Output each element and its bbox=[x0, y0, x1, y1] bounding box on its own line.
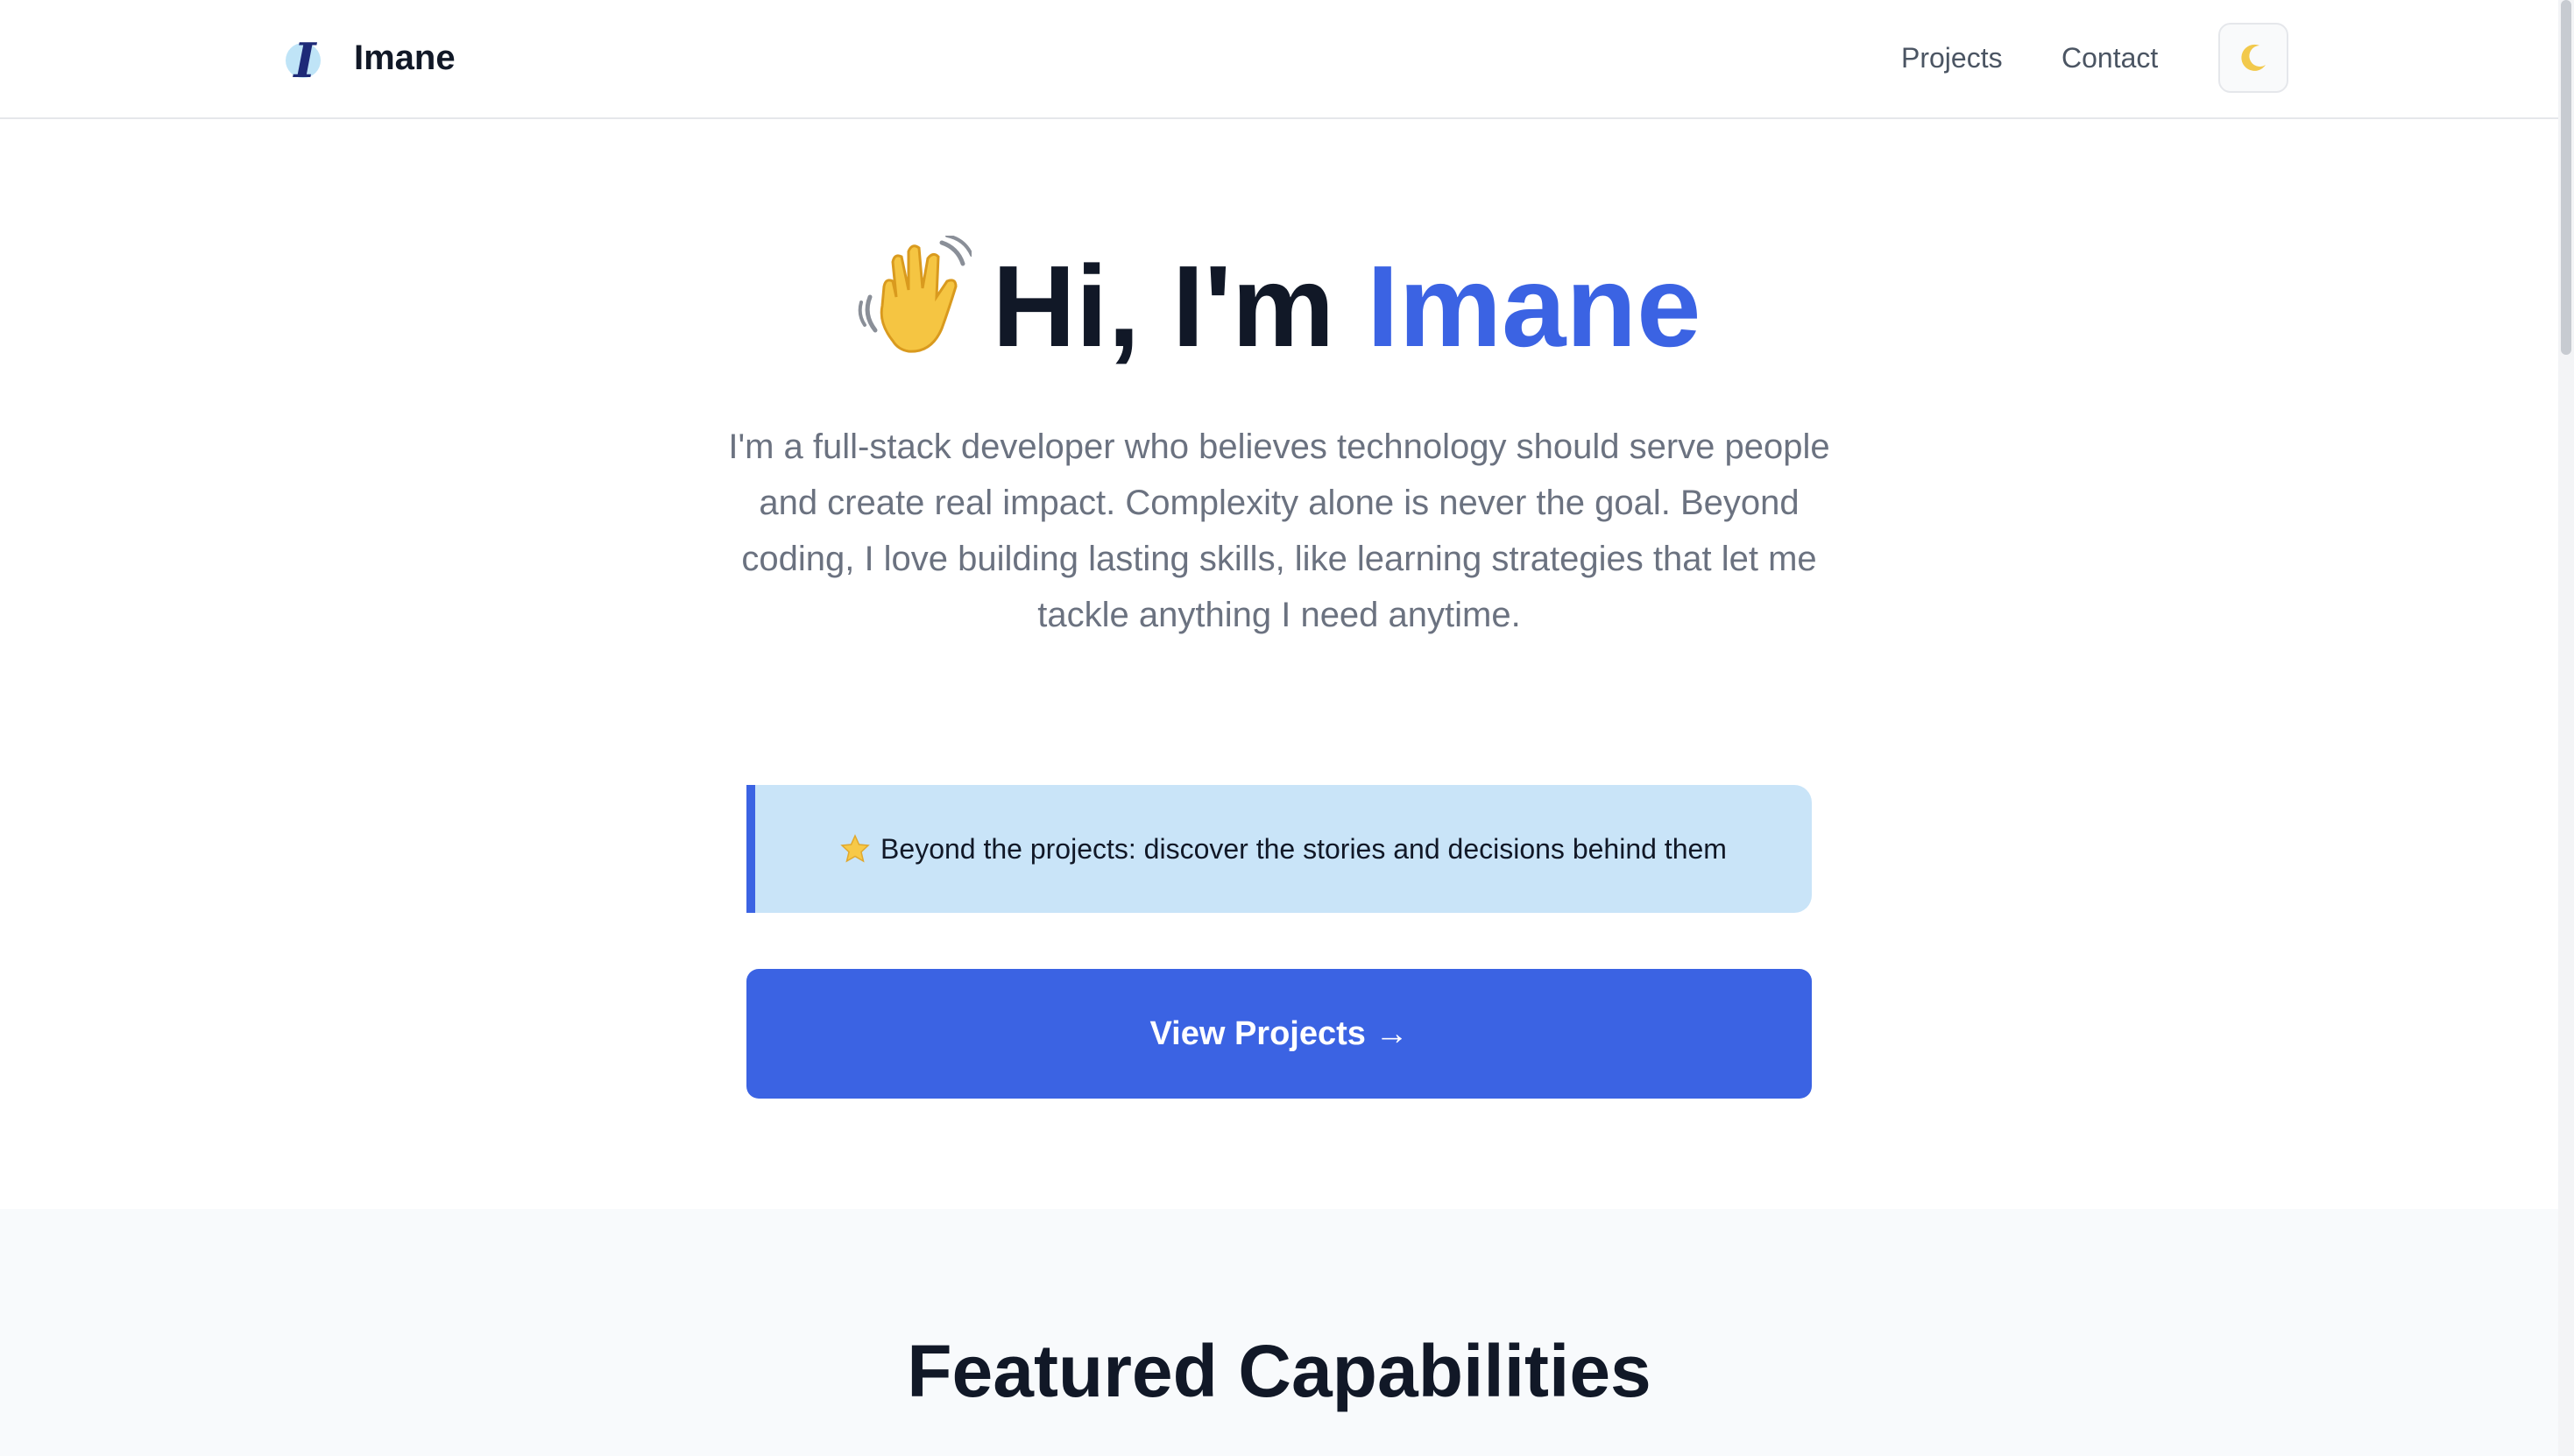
waving-hand-icon bbox=[858, 236, 972, 353]
brand-logo-icon[interactable]: I bbox=[282, 32, 328, 86]
theme-toggle-button[interactable] bbox=[2218, 23, 2288, 93]
hero-title-prefix: Hi, I'm bbox=[992, 242, 1335, 371]
view-projects-button[interactable]: View Projects → bbox=[746, 969, 1812, 1099]
nav-link-projects[interactable]: Projects bbox=[1901, 39, 2003, 77]
featured-capabilities-section: Featured Capabilities bbox=[0, 1209, 2558, 1456]
brand-name[interactable]: Imane bbox=[354, 33, 456, 82]
star-icon bbox=[840, 834, 870, 863]
hero-heading: Hi, I'm Imane bbox=[0, 228, 2558, 385]
moon-icon bbox=[2241, 44, 2266, 71]
scrollbar-thumb[interactable] bbox=[2561, 0, 2571, 355]
nav-link-contact[interactable]: Contact bbox=[2061, 39, 2158, 77]
hero-description: I'm a full-stack developer who believes … bbox=[728, 428, 1830, 634]
callout-text: Beyond the projects: discover the storie… bbox=[880, 832, 1727, 865]
featured-capabilities-title: Featured Capabilities bbox=[907, 1330, 1651, 1412]
page: I Imane Projects Contact Hi, I'm Imane I… bbox=[0, 0, 2574, 1456]
stories-callout[interactable]: Beyond the projects: discover the storie… bbox=[746, 785, 1812, 913]
svg-text:I: I bbox=[292, 32, 317, 86]
scrollbar[interactable] bbox=[2558, 0, 2574, 1456]
top-navbar: I Imane Projects Contact bbox=[0, 0, 2558, 119]
hero-title-name: Imane bbox=[1366, 242, 1701, 371]
